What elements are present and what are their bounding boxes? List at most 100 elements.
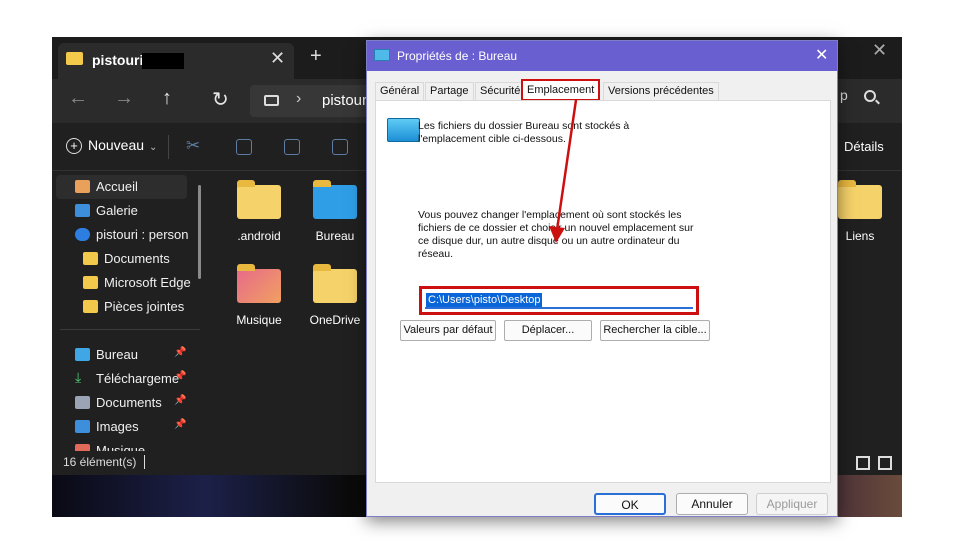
home-icon (75, 180, 90, 193)
sidebar-item-pieces-jointes[interactable]: Pièces jointes (52, 295, 206, 319)
find-target-button[interactable]: Rechercher la cible... (600, 320, 710, 341)
path-highlight: C:\Users\pisto\Desktop (419, 286, 699, 315)
new-button-label: Nouveau (88, 137, 145, 153)
tab-emplacement[interactable]: Emplacement (521, 79, 601, 101)
tab-general[interactable]: Général (375, 82, 425, 101)
info-text-line: fichiers de ce dossier et choisir un nou… (418, 222, 694, 234)
back-icon[interactable]: ← (68, 87, 88, 110)
divider (60, 329, 200, 330)
images-icon (75, 420, 90, 433)
onedrive-icon (75, 228, 90, 241)
sidebar-item-galerie[interactable]: Galerie (52, 199, 206, 223)
new-button[interactable]: + Nouveau ⌄ (66, 137, 157, 154)
ok-button[interactable]: OK (594, 493, 666, 515)
address-text: pistour (322, 92, 368, 109)
pin-icon[interactable]: 📌 (174, 419, 186, 430)
folder-android[interactable]: .android (224, 180, 294, 243)
close-window-icon[interactable]: ✕ (872, 40, 887, 61)
forward-icon[interactable]: → (114, 87, 134, 110)
sidebar-item-onedrive[interactable]: pistouri : personn (52, 223, 206, 247)
close-icon[interactable]: ✕ (815, 45, 828, 65)
sidebar-item-bureau[interactable]: Bureau 📌 (52, 343, 206, 367)
sidebar-item-microsoft-edge[interactable]: Microsoft Edge (52, 271, 206, 295)
sidebar-item-label: pistouri : personn (96, 227, 188, 242)
desktop-folder-icon (374, 49, 390, 61)
navigation-pane: Accueil Galerie pistouri : personn Docum… (52, 171, 206, 451)
folder-icon (83, 276, 98, 289)
sidebar-item-musique[interactable]: Musique (52, 439, 206, 451)
folder-icon (237, 180, 281, 219)
location-panel: Les fichiers du dossier Bureau sont stoc… (375, 100, 831, 483)
apply-button[interactable]: Appliquer (756, 493, 828, 515)
folder-icon (838, 180, 882, 219)
divider (168, 135, 169, 159)
pin-icon[interactable]: 📌 (174, 347, 186, 358)
item-label: Bureau (315, 229, 355, 243)
item-count: 16 élément(s) (63, 455, 137, 469)
gallery-icon (75, 204, 90, 217)
tab-versions-precedentes[interactable]: Versions précédentes (603, 82, 719, 101)
target-path-text: C:\Users\pisto\Desktop (426, 293, 543, 307)
move-button[interactable]: Déplacer... (504, 320, 592, 341)
plus-icon: + (66, 138, 82, 154)
sidebar-item-accueil[interactable]: Accueil (56, 175, 187, 199)
sidebar-scrollbar[interactable] (198, 185, 201, 279)
item-label: Musique (236, 313, 282, 327)
tab-pistouri[interactable]: pistouri ✕ (58, 43, 294, 79)
dialog-title-bar[interactable]: Propriétés de : Bureau ✕ (367, 41, 837, 71)
info-text-line: ce disque dur, un autre disque ou un aut… (418, 235, 680, 247)
sidebar-item-documents[interactable]: Documents 📌 (52, 391, 206, 415)
properties-dialog: Propriétés de : Bureau ✕ Général Partage… (366, 40, 838, 517)
folder-icon (313, 264, 357, 303)
details-view-icon[interactable] (856, 456, 870, 470)
folder-icon (83, 300, 98, 313)
dialog-tabs: Général Partage Sécurité Emplacement Ver… (375, 79, 831, 101)
new-tab-button[interactable]: + (310, 45, 322, 68)
pin-icon[interactable]: 📌 (174, 395, 186, 406)
download-icon: ⤓ (75, 369, 82, 385)
chevron-right-icon[interactable]: › (296, 90, 301, 108)
music-icon (75, 444, 90, 451)
sidebar-item-images[interactable]: Images 📌 (52, 415, 206, 439)
computer-icon (264, 95, 279, 106)
sidebar-item-documents-od[interactable]: Documents (52, 247, 206, 271)
details-button[interactable]: Détails (844, 139, 884, 154)
dialog-title: Propriétés de : Bureau (397, 49, 518, 63)
tab-partage[interactable]: Partage (425, 82, 474, 101)
close-tab-icon[interactable]: ✕ (270, 48, 285, 69)
sidebar-item-label: Accueil (96, 179, 138, 194)
item-label: .android (237, 229, 281, 243)
music-folder-icon (237, 264, 281, 303)
tab-title: pistouri (92, 52, 144, 68)
tiles-view-icon[interactable] (878, 456, 892, 470)
up-icon[interactable]: ↑ (162, 87, 172, 110)
folder-icon (83, 252, 98, 265)
copy-icon[interactable] (236, 139, 252, 155)
restore-default-button[interactable]: Valeurs par défaut (400, 320, 496, 341)
folder-musique[interactable]: Musique (224, 264, 294, 327)
text-cursor (144, 455, 145, 469)
paste-icon[interactable] (284, 139, 300, 155)
folder-icon (66, 52, 83, 65)
item-label: OneDrive (309, 313, 361, 327)
pin-icon[interactable]: 📌 (174, 371, 186, 382)
cancel-button[interactable]: Annuler (676, 493, 748, 515)
folder-bureau[interactable]: Bureau (300, 180, 370, 243)
search-box-text[interactable]: p (840, 87, 848, 103)
sidebar-item-telechargements[interactable]: ⤓ Téléchargements 📌 (52, 367, 206, 391)
chevron-down-icon: ⌄ (149, 142, 158, 153)
documents-icon (75, 396, 90, 409)
sidebar-item-label: Musique (96, 443, 146, 451)
search-icon[interactable] (864, 90, 876, 102)
redaction-bar (142, 53, 184, 69)
tab-securite[interactable]: Sécurité (475, 82, 526, 101)
rename-icon[interactable] (332, 139, 348, 155)
desktop-folder-icon (387, 118, 420, 142)
address-bar[interactable]: › pistour (250, 85, 370, 117)
desktop-folder-icon (313, 180, 357, 219)
folder-onedrive[interactable]: OneDrive (300, 264, 370, 327)
cut-icon[interactable]: ✂ (186, 136, 200, 156)
sidebar-item-label: Téléchargements (96, 371, 180, 386)
refresh-icon[interactable]: ↻ (212, 87, 229, 112)
sidebar-item-label: Microsoft Edge (104, 275, 191, 290)
